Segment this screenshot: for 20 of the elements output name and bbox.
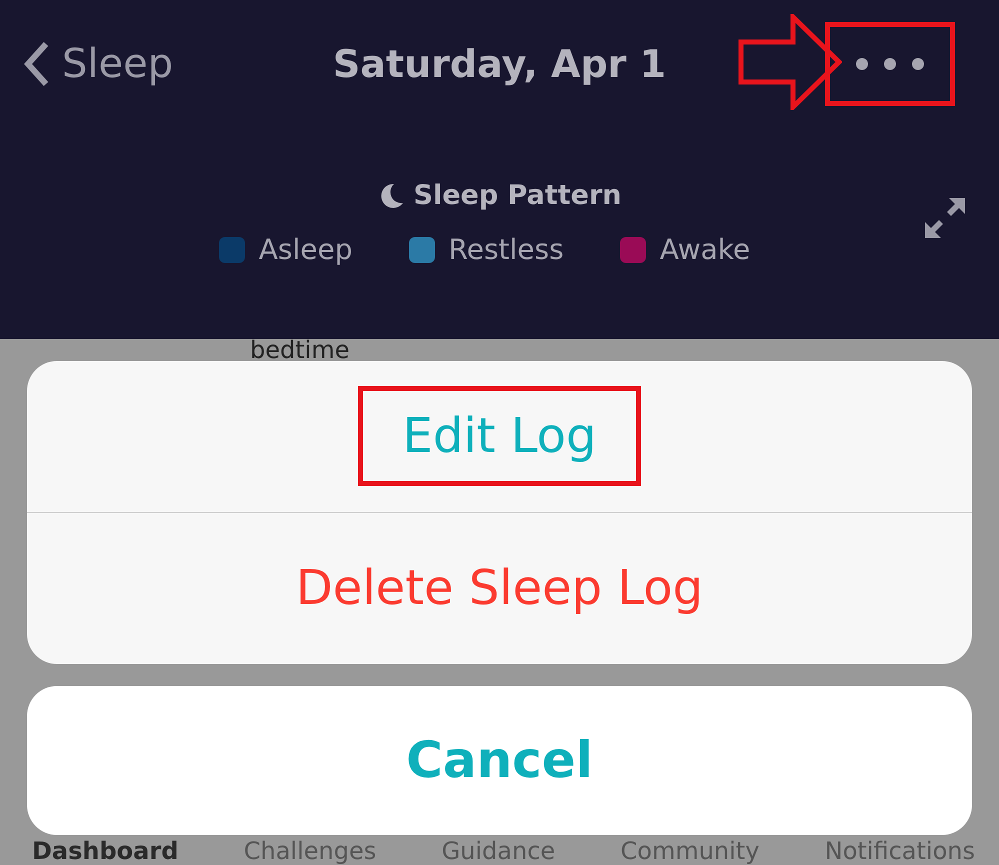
arrow-icon: [738, 14, 842, 110]
highlight-frame: Edit Log: [358, 386, 642, 486]
legend-label: Asleep: [258, 233, 353, 266]
action-button[interactable]: Edit Log: [27, 360, 972, 512]
chevron-left-icon: [24, 41, 50, 87]
action-button[interactable]: Delete Sleep Log: [27, 512, 972, 664]
tab-item[interactable]: Dashboard: [32, 837, 178, 865]
tab-item[interactable]: Guidance: [442, 837, 556, 865]
tab-item[interactable]: Notifications: [824, 837, 975, 865]
legend-label: Restless: [448, 233, 564, 266]
expand-icon[interactable]: [923, 196, 967, 240]
cancel-button[interactable]: Cancel: [27, 686, 972, 835]
legend-label: Awake: [660, 233, 750, 266]
ellipsis-icon: [855, 57, 925, 71]
tab-item[interactable]: Community: [620, 837, 760, 865]
bedtime-label: bedtime: [250, 338, 350, 361]
back-link[interactable]: Sleep: [24, 41, 284, 87]
tab-item[interactable]: Challenges: [244, 837, 376, 865]
section-title: Sleep Pattern: [414, 180, 622, 211]
page-title: Saturday, Apr 1: [332, 42, 668, 86]
